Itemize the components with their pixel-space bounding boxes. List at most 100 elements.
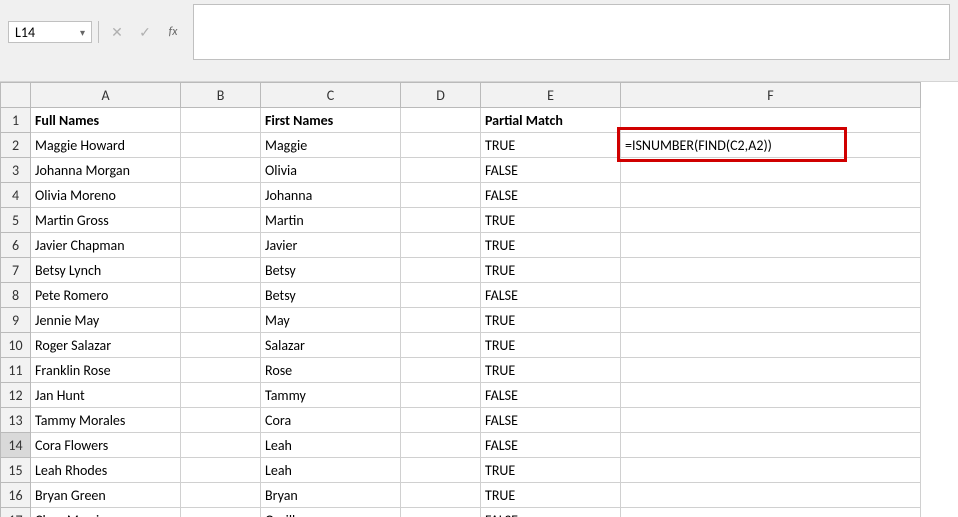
cell[interactable]: [621, 258, 921, 283]
row-header[interactable]: 2: [1, 133, 31, 158]
cell[interactable]: Full Names: [31, 108, 181, 133]
cell[interactable]: TRUE: [481, 483, 621, 508]
cell[interactable]: TRUE: [481, 458, 621, 483]
cell[interactable]: [401, 283, 481, 308]
cell[interactable]: Olivia: [261, 158, 401, 183]
cell[interactable]: Jan Hunt: [31, 383, 181, 408]
insert-function-button[interactable]: fx: [161, 21, 185, 43]
cell[interactable]: Roger Salazar: [31, 333, 181, 358]
cell[interactable]: [181, 133, 261, 158]
cell[interactable]: [181, 283, 261, 308]
cell[interactable]: Salazar: [261, 333, 401, 358]
cell[interactable]: [181, 208, 261, 233]
cell[interactable]: [401, 308, 481, 333]
col-header-E[interactable]: E: [481, 83, 621, 108]
cell[interactable]: [181, 233, 261, 258]
cell[interactable]: Betsy: [261, 258, 401, 283]
row-header[interactable]: 17: [1, 508, 31, 517]
cell[interactable]: [181, 333, 261, 358]
cell[interactable]: [401, 408, 481, 433]
row-header[interactable]: 5: [1, 208, 31, 233]
cell[interactable]: Javier Chapman: [31, 233, 181, 258]
row-header[interactable]: 14: [1, 433, 31, 458]
cell[interactable]: TRUE: [481, 233, 621, 258]
cell[interactable]: [621, 108, 921, 133]
cell[interactable]: [181, 108, 261, 133]
formula-input[interactable]: [193, 4, 950, 60]
cell[interactable]: [621, 183, 921, 208]
cell[interactable]: [621, 333, 921, 358]
col-header-A[interactable]: A: [31, 83, 181, 108]
cell[interactable]: [401, 258, 481, 283]
cell[interactable]: [621, 158, 921, 183]
cell[interactable]: Cora: [261, 408, 401, 433]
cell[interactable]: Maggie: [261, 133, 401, 158]
cell[interactable]: [401, 358, 481, 383]
row-header[interactable]: 7: [1, 258, 31, 283]
cell[interactable]: Tammy Morales: [31, 408, 181, 433]
cell[interactable]: [621, 358, 921, 383]
col-header-D[interactable]: D: [401, 83, 481, 108]
cell[interactable]: Leah: [261, 458, 401, 483]
select-all-corner[interactable]: [1, 83, 31, 108]
cell[interactable]: Rose: [261, 358, 401, 383]
cell[interactable]: [621, 408, 921, 433]
cell[interactable]: [621, 283, 921, 308]
cell[interactable]: Leah: [261, 433, 401, 458]
col-header-C[interactable]: C: [261, 83, 401, 108]
cell[interactable]: TRUE: [481, 308, 621, 333]
cell[interactable]: [401, 183, 481, 208]
spreadsheet-grid[interactable]: A B C D E F 1Full NamesFirst NamesPartia…: [0, 82, 958, 517]
cell[interactable]: Martin Gross: [31, 208, 181, 233]
cell[interactable]: [181, 408, 261, 433]
cell[interactable]: [401, 508, 481, 517]
name-box[interactable]: L14 ▾: [8, 21, 92, 43]
cell[interactable]: [181, 183, 261, 208]
cell[interactable]: Betsy: [261, 283, 401, 308]
cell[interactable]: [621, 483, 921, 508]
cell[interactable]: [401, 383, 481, 408]
chevron-down-icon[interactable]: ▾: [80, 26, 85, 39]
cell[interactable]: [181, 458, 261, 483]
cell[interactable]: Johanna Morgan: [31, 158, 181, 183]
cell[interactable]: FALSE: [481, 433, 621, 458]
cell[interactable]: Tammy: [261, 383, 401, 408]
cell[interactable]: [181, 158, 261, 183]
cell[interactable]: [621, 433, 921, 458]
row-header[interactable]: 3: [1, 158, 31, 183]
cell[interactable]: TRUE: [481, 133, 621, 158]
row-header[interactable]: 10: [1, 333, 31, 358]
cell[interactable]: Leah Rhodes: [31, 458, 181, 483]
cell[interactable]: Bryan: [261, 483, 401, 508]
cell[interactable]: Pete Romero: [31, 283, 181, 308]
cell[interactable]: FALSE: [481, 158, 621, 183]
cell[interactable]: [401, 458, 481, 483]
cell[interactable]: [181, 483, 261, 508]
cell[interactable]: [401, 233, 481, 258]
cell[interactable]: [401, 483, 481, 508]
cell[interactable]: Bryan Green: [31, 483, 181, 508]
row-header[interactable]: 4: [1, 183, 31, 208]
cell[interactable]: FALSE: [481, 183, 621, 208]
col-header-B[interactable]: B: [181, 83, 261, 108]
cell[interactable]: [401, 108, 481, 133]
cell[interactable]: First Names: [261, 108, 401, 133]
cell[interactable]: FALSE: [481, 508, 621, 517]
row-header[interactable]: 12: [1, 383, 31, 408]
cell[interactable]: Johanna: [261, 183, 401, 208]
cell[interactable]: [621, 508, 921, 517]
cell[interactable]: TRUE: [481, 333, 621, 358]
row-header[interactable]: 15: [1, 458, 31, 483]
cell[interactable]: [621, 458, 921, 483]
row-header[interactable]: 1: [1, 108, 31, 133]
cell[interactable]: Cora Flowers: [31, 433, 181, 458]
cell[interactable]: Martin: [261, 208, 401, 233]
row-header[interactable]: 11: [1, 358, 31, 383]
cell[interactable]: [181, 508, 261, 517]
cell[interactable]: [401, 158, 481, 183]
cell[interactable]: [181, 383, 261, 408]
cell[interactable]: =ISNUMBER(FIND(C2,A2)): [621, 133, 921, 158]
cell[interactable]: [181, 308, 261, 333]
cell[interactable]: Maggie Howard: [31, 133, 181, 158]
cell[interactable]: [621, 233, 921, 258]
